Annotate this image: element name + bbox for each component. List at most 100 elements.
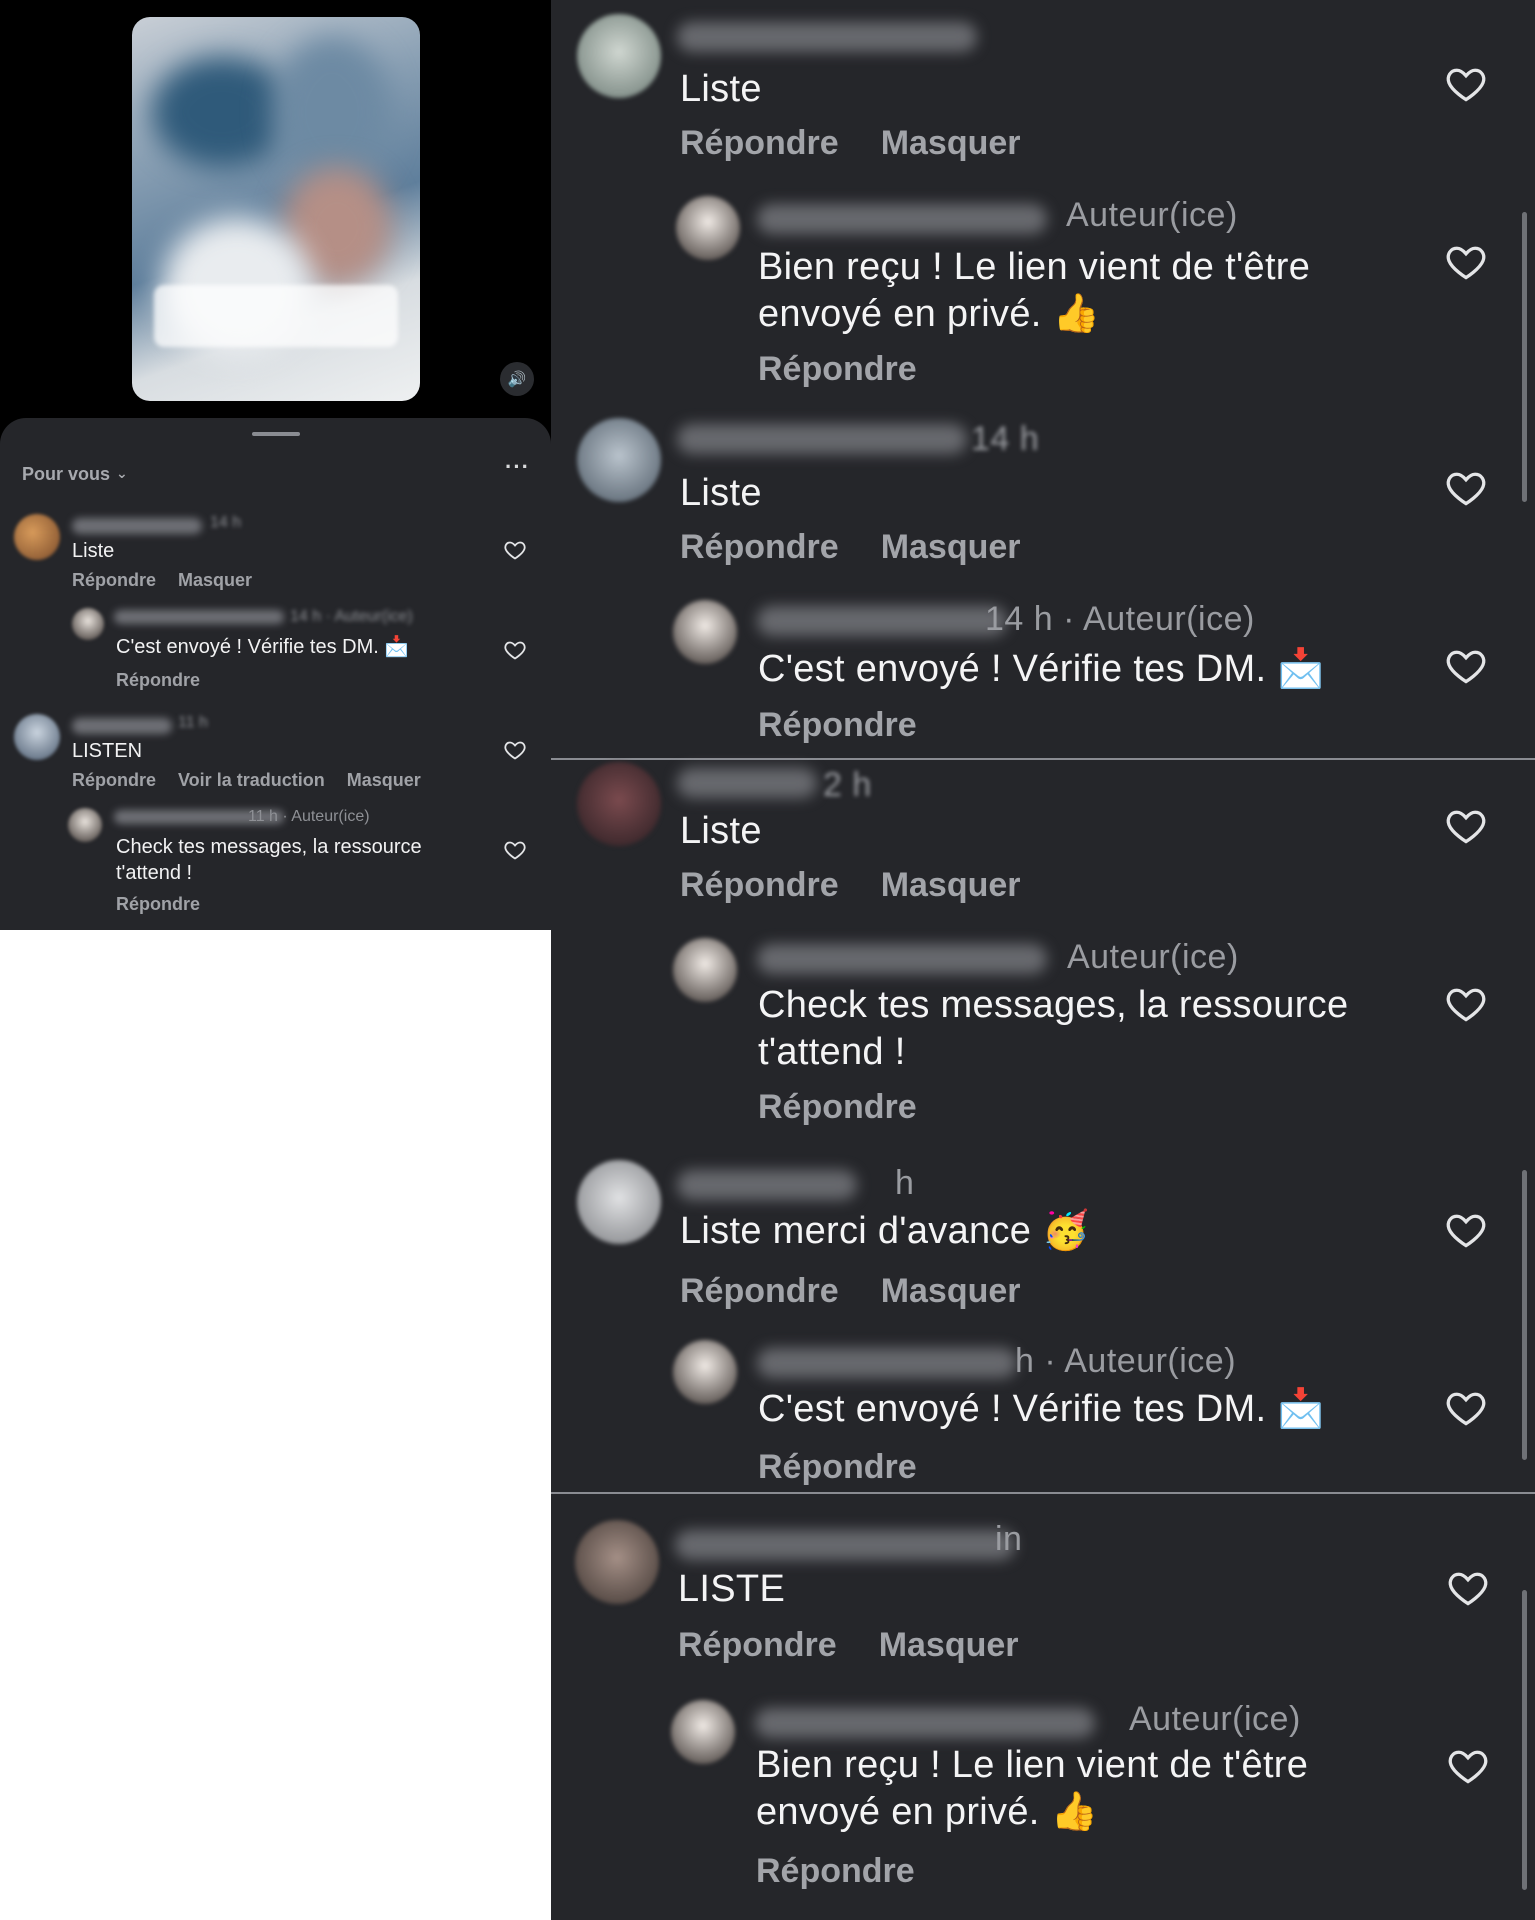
comment-actions: Répondre Masquer xyxy=(680,1272,1021,1311)
reply-button[interactable]: Répondre xyxy=(678,1626,837,1665)
avatar[interactable] xyxy=(673,1340,737,1404)
hide-button[interactable]: Masquer xyxy=(178,570,252,591)
avatar[interactable] xyxy=(575,1520,659,1604)
username-blurred[interactable] xyxy=(72,518,202,534)
avatar[interactable] xyxy=(673,938,737,1002)
avatar[interactable] xyxy=(577,1160,661,1244)
comment-age: 14 h xyxy=(210,514,242,531)
hide-button[interactable]: Masquer xyxy=(881,866,1021,905)
more-options-icon[interactable]: ··· xyxy=(505,454,530,480)
hide-button[interactable]: Masquer xyxy=(347,770,421,791)
comment-actions: Répondre Masquer xyxy=(680,528,1021,567)
avatar[interactable] xyxy=(577,418,661,502)
comment-age: h xyxy=(895,1164,915,1202)
username-blurred[interactable] xyxy=(675,1530,1015,1560)
heart-icon[interactable] xyxy=(1444,1208,1488,1252)
hide-button[interactable]: Masquer xyxy=(881,528,1021,567)
username-blurred[interactable] xyxy=(677,424,967,454)
comment-age: 2 h xyxy=(823,766,872,804)
avatar[interactable] xyxy=(577,762,661,846)
reply-button[interactable]: Répondre xyxy=(758,350,917,389)
avatar[interactable] xyxy=(577,14,661,98)
translate-button[interactable]: Voir la traduction xyxy=(178,770,325,791)
reply-button[interactable]: Répondre xyxy=(758,706,917,745)
heart-icon[interactable] xyxy=(503,838,527,862)
reply-button[interactable]: Répondre xyxy=(756,1852,915,1891)
reply-button[interactable]: Répondre xyxy=(758,1088,917,1127)
heart-icon[interactable] xyxy=(1444,240,1488,284)
heart-icon[interactable] xyxy=(1446,1566,1490,1610)
reply-actions: Répondre xyxy=(758,350,917,389)
avatar[interactable] xyxy=(673,600,737,664)
video-player[interactable]: 🔊 xyxy=(0,0,551,418)
heart-icon[interactable] xyxy=(1444,62,1488,106)
heart-icon[interactable] xyxy=(503,738,527,762)
hide-button[interactable]: Masquer xyxy=(879,1626,1019,1665)
username-blurred[interactable] xyxy=(757,1348,1017,1378)
heart-icon[interactable] xyxy=(1444,982,1488,1026)
reply-meta: 14 h · Auteur(ice) xyxy=(290,608,413,625)
reply-actions: Répondre xyxy=(116,894,200,915)
feed-selector[interactable]: Pour vous ⌄ xyxy=(22,464,128,485)
reply-button[interactable]: Répondre xyxy=(72,770,156,791)
avatar[interactable] xyxy=(14,514,60,560)
heart-icon[interactable] xyxy=(1444,804,1488,848)
username-blurred[interactable] xyxy=(757,944,1047,974)
hide-button[interactable]: Masquer xyxy=(881,1272,1021,1311)
scrollbar[interactable] xyxy=(1522,212,1527,502)
reply-meta: 11 h · Auteur(ice) xyxy=(248,808,370,825)
reply-button[interactable]: Répondre xyxy=(680,124,839,163)
avatar[interactable] xyxy=(671,1700,735,1764)
username-blurred[interactable] xyxy=(677,22,977,52)
heart-icon[interactable] xyxy=(1444,466,1488,510)
reply-meta: Auteur(ice) xyxy=(1129,1700,1301,1738)
reply-button[interactable]: Répondre xyxy=(680,866,839,905)
comment-text: LISTE xyxy=(678,1568,786,1610)
reply-button[interactable]: Répondre xyxy=(680,1272,839,1311)
avatar[interactable] xyxy=(72,608,104,640)
heart-icon[interactable] xyxy=(503,538,527,562)
reply-button[interactable]: Répondre xyxy=(116,670,200,691)
reply-text: Check tes messages, la ressource t'atten… xyxy=(116,836,422,884)
heart-icon[interactable] xyxy=(1444,1386,1488,1430)
scrollbar[interactable] xyxy=(1522,1590,1527,1890)
reply-text-line2: envoyé en privé. 👍 xyxy=(756,1791,1099,1833)
comment-actions: Répondre Voir la traduction Masquer xyxy=(72,770,421,791)
username-blurred[interactable] xyxy=(757,606,1007,636)
reply-text: C'est envoyé ! Vérifie tes DM. 📩 xyxy=(116,636,410,658)
reply-button[interactable]: Répondre xyxy=(680,528,839,567)
comment-actions: Répondre Masquer xyxy=(678,1626,1019,1665)
sound-button[interactable]: 🔊 xyxy=(500,362,534,396)
drag-handle[interactable] xyxy=(252,432,300,436)
comment-age: in xyxy=(995,1520,1023,1558)
username-blurred[interactable] xyxy=(677,768,817,798)
avatar[interactable] xyxy=(14,714,60,760)
reply-button[interactable]: Répondre xyxy=(758,1448,917,1487)
scrollbar[interactable] xyxy=(1522,1170,1527,1460)
avatar[interactable] xyxy=(676,196,740,260)
speaker-icon: 🔊 xyxy=(507,371,527,388)
reply-meta: h · Auteur(ice) xyxy=(1015,1342,1237,1380)
reply-text-line1: Bien reçu ! Le lien vient de t'être xyxy=(756,1744,1309,1786)
screenshot-composite: 🔊 Pour vous ⌄ ··· 14 h Liste Répondre Ma… xyxy=(0,0,1535,1920)
reply-button[interactable]: Répondre xyxy=(116,894,200,915)
reply-button[interactable]: Répondre xyxy=(72,570,156,591)
username-blurred[interactable] xyxy=(114,610,284,624)
username-blurred[interactable] xyxy=(755,1708,1095,1738)
video-thumbnail[interactable] xyxy=(132,17,420,401)
username-blurred[interactable] xyxy=(677,1170,857,1200)
username-blurred[interactable] xyxy=(757,204,1047,234)
reply-actions: Répondre xyxy=(116,670,200,691)
heart-icon[interactable] xyxy=(1446,1744,1490,1788)
comment-text: Liste xyxy=(680,68,762,110)
heart-icon[interactable] xyxy=(1444,644,1488,688)
reply-meta: 14 h · Auteur(ice) xyxy=(985,600,1255,638)
hide-button[interactable]: Masquer xyxy=(881,124,1021,163)
username-blurred[interactable] xyxy=(72,718,172,734)
avatar[interactable] xyxy=(68,808,102,842)
reply-actions: Répondre xyxy=(758,1448,917,1487)
comment-text: Liste xyxy=(680,810,762,852)
section-divider xyxy=(551,758,1535,760)
reply-text-line1: C'est envoyé ! Vérifie tes DM. 📩 xyxy=(758,1388,1325,1430)
heart-icon[interactable] xyxy=(503,638,527,662)
